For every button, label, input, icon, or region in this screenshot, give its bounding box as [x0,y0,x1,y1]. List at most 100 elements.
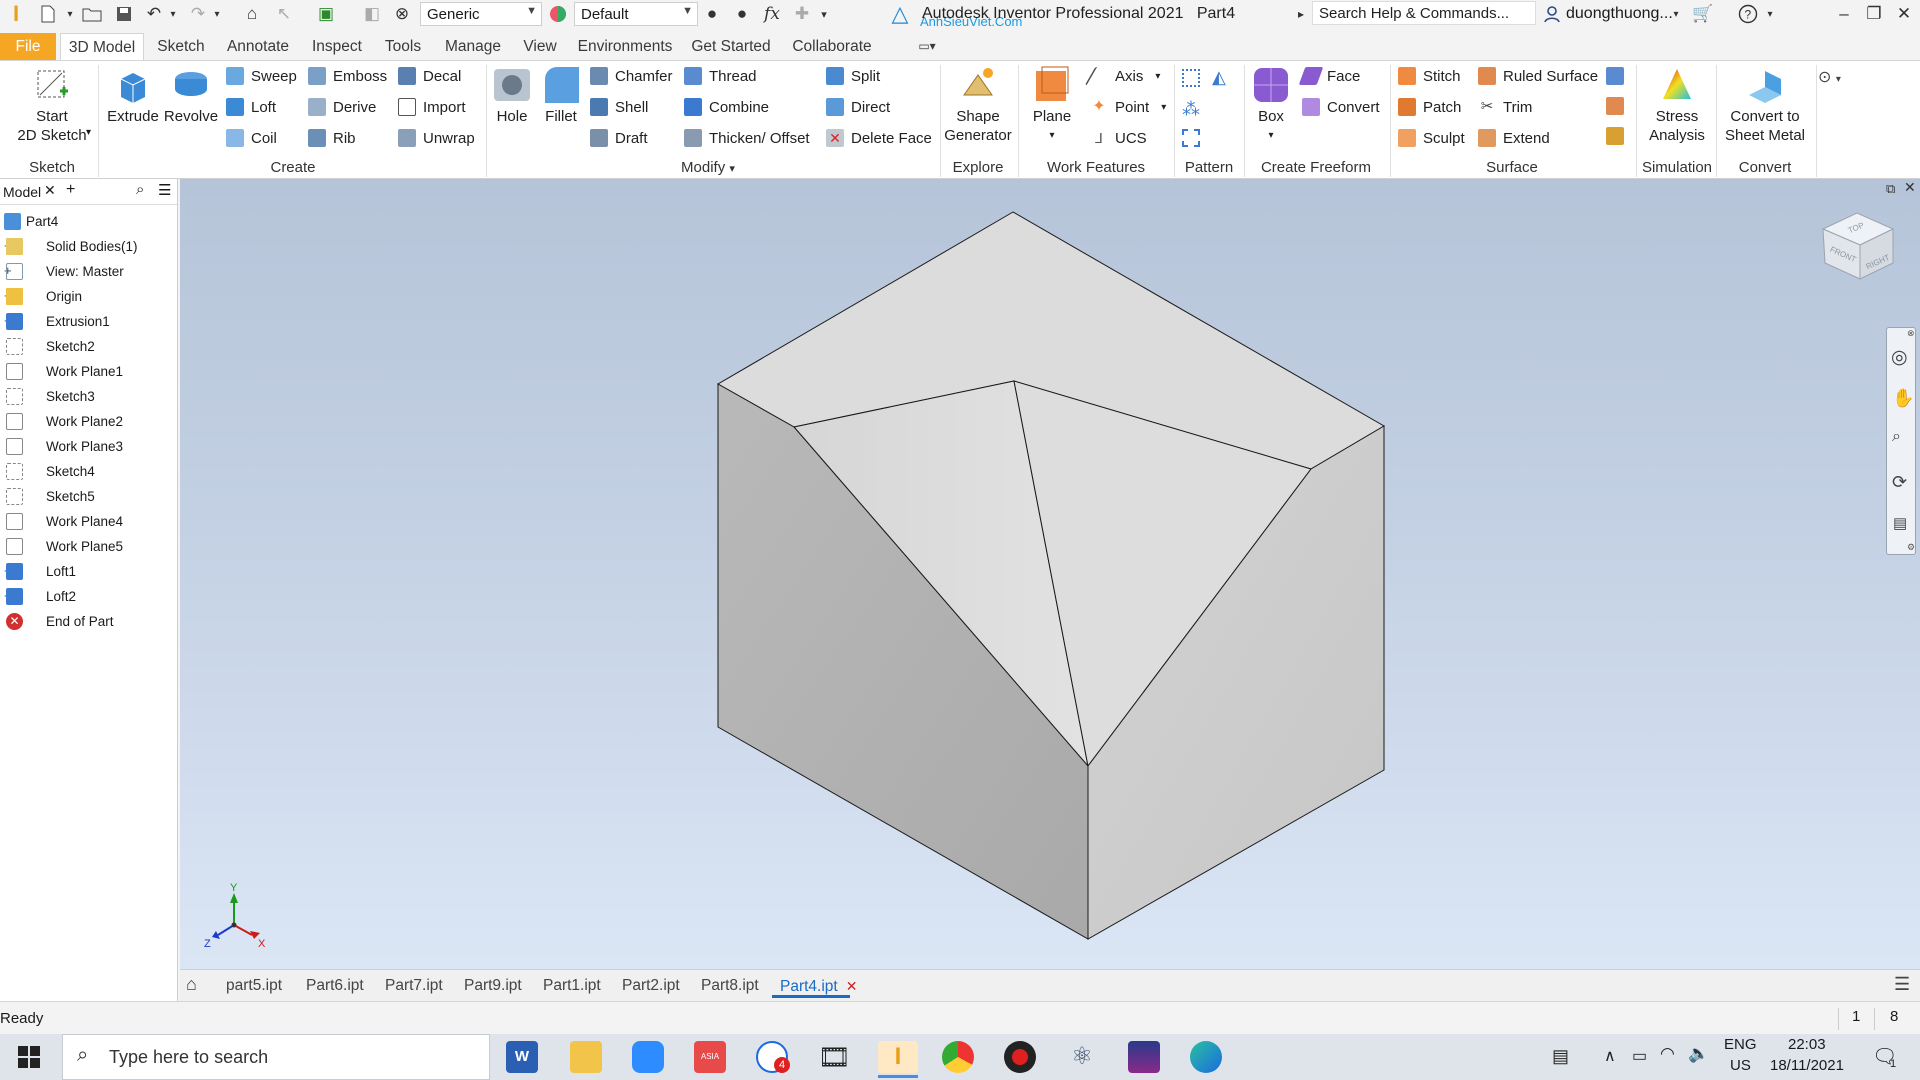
appearance-sphere-icon[interactable] [546,2,570,26]
tree-item-end-of-part[interactable]: ✕ End of Part [0,609,176,633]
doc-tab-part6[interactable]: Part6.ipt [306,974,364,998]
winrar-app-icon[interactable] [1128,1041,1160,1073]
home-tab-icon[interactable]: ⌂ [186,974,197,995]
start-2d-sketch-button[interactable]: Start 2D Sketch [10,65,94,145]
rectangular-pattern-icon[interactable] [1182,69,1200,87]
sketch-dropdown-icon[interactable]: ▾ [86,127,91,138]
material-sphere-icon[interactable]: ⊗ [390,2,414,26]
draft-button[interactable]: Draft [590,127,648,149]
edge-app-icon[interactable] [1190,1041,1222,1073]
undo-dropdown-icon[interactable]: ▾ [168,2,178,26]
game-asia-icon[interactable]: ASIA [694,1041,726,1073]
video-editor-icon[interactable]: 🎞 [818,1041,851,1073]
hole-button[interactable]: Hole [490,65,534,126]
user-name[interactable]: duongthuong... [1566,5,1673,23]
tab-file[interactable]: File [0,33,56,60]
tree-item-extrusion1[interactable]: +Extrusion1 [0,309,176,333]
cart-icon[interactable]: 🛒 [1690,2,1716,26]
file-explorer-icon[interactable] [570,1041,602,1073]
ribbon-display-toggle-icon[interactable]: ▭▾ [908,33,946,60]
part-body[interactable] [716,211,1385,940]
view-cube[interactable]: TOP FRONT RIGHT [1821,212,1895,280]
tree-item-work-plane3[interactable]: Work Plane3 [0,434,176,458]
doc-tab-part9[interactable]: Part9.ipt [464,974,522,998]
doc-tab-part5[interactable]: part5.ipt [226,974,282,998]
close-window-icon[interactable]: ✕ [1892,2,1916,26]
stress-analysis-button[interactable]: Stress Analysis [1640,65,1714,145]
minimize-icon[interactable]: – [1832,2,1856,26]
customize-qat-icon[interactable]: ▾ [816,2,832,26]
unwrap-button[interactable]: Unwrap [398,127,475,149]
coil-button[interactable]: Coil [226,127,277,149]
browser-search-icon[interactable]: ⌕ [136,181,144,198]
new-dropdown-icon[interactable]: ▾ [64,2,76,26]
graphics-window[interactable]: Y X Z TOP FRONT RIGHT ⧉ ✕ ⊗ ◎ ✋ ⌕ ⟳ ▤ ⚙ [180,179,1920,969]
look-at-icon[interactable]: ▤ [1893,514,1907,532]
derive-button[interactable]: Derive [308,96,376,118]
navbar-close-icon[interactable]: ⊗ [1907,328,1915,339]
trim-button[interactable]: ✂ Trim [1478,96,1533,118]
navbar-options-icon[interactable]: ⚙ [1907,542,1915,553]
clock-date[interactable]: 18/11/2021 [1770,1057,1844,1074]
tree-item-work-plane1[interactable]: Work Plane1 [0,359,176,383]
split-button[interactable]: Split [826,65,880,87]
tree-item-loft1[interactable]: +Loft1 [0,559,176,583]
recorder-app-icon[interactable] [1004,1041,1036,1073]
restore-icon[interactable]: ❐ [1862,2,1886,26]
model-canvas[interactable]: Y X Z TOP FRONT RIGHT [180,179,1920,969]
add-browser-tab-icon[interactable]: + [66,181,75,199]
home-icon[interactable]: ⌂ [240,2,264,26]
chrome-app-icon[interactable] [942,1041,974,1073]
extend-button[interactable]: Extend [1478,127,1550,149]
windows-start-icon[interactable] [18,1046,40,1072]
rib-button[interactable]: Rib [308,127,356,149]
select-icon[interactable]: ↖ [272,2,296,26]
shell-button[interactable]: Shell [590,96,648,118]
zoom-icon[interactable]: ⌕ [1892,428,1901,446]
decal-button[interactable]: Decal [398,65,461,87]
tree-item-work-plane2[interactable]: Work Plane2 [0,409,176,433]
group-label-modify[interactable]: Modify ▾ [488,159,928,176]
thicken-offset-button[interactable]: Thicken/ Offset [684,127,810,149]
close-browser-tab-icon[interactable]: ✕ [44,182,56,199]
tree-item-origin[interactable]: +Origin [0,284,176,308]
emboss-button[interactable]: Emboss [308,65,387,87]
shape-generator-button[interactable]: Shape Generator [942,65,1014,145]
help-search-input[interactable]: Search Help & Commands... [1312,1,1536,25]
add-icon[interactable]: ✚ [792,2,812,26]
tab-annotate[interactable]: Annotate [220,33,296,60]
ruled-surface-button[interactable]: Ruled Surface [1478,65,1598,87]
tab-get-started[interactable]: Get Started [686,33,776,60]
orbit-icon[interactable]: ⟳ [1892,472,1907,493]
chamfer-button[interactable]: Chamfer [590,65,673,87]
task-view-icon[interactable]: ▤ [1552,1046,1569,1067]
tab-collaborate[interactable]: Collaborate [786,33,878,60]
adaptive-icon[interactable]: ◧ [360,2,384,26]
direct-button[interactable]: Direct [826,96,890,118]
tab-view[interactable]: View [516,33,564,60]
material-combo[interactable]: Generic ▼ [420,2,542,26]
tree-item-sketch3[interactable]: Sketch3 [0,384,176,408]
tree-item-part4[interactable]: Part4 [0,209,176,233]
word-app-icon[interactable]: W [506,1041,538,1073]
viewport-restore-icon[interactable]: ⧉ [1886,181,1895,197]
circular-pattern-icon[interactable]: ⁂ [1182,99,1200,120]
sweep-button[interactable]: Sweep [226,65,297,87]
zoom-app-icon[interactable] [632,1041,664,1073]
help-dropdown-icon[interactable]: ▾ [1764,2,1776,26]
search-expand-icon[interactable]: ▸ [1294,2,1308,26]
patch-button[interactable]: Patch [1398,96,1461,118]
save-icon[interactable] [112,2,136,26]
tab-3d-model[interactable]: 3D Model [60,33,144,60]
sculpt-button[interactable]: Sculpt [1398,127,1465,149]
new-file-icon[interactable] [36,2,60,26]
axis-button[interactable]: Axis ▾ [1084,65,1160,87]
plane-button[interactable]: Plane ▾ [1026,65,1078,145]
pan-icon[interactable]: ✋ [1892,388,1914,409]
tab-environments[interactable]: Environments [574,33,676,60]
tree-item-solid-bodies[interactable]: +Solid Bodies(1) [0,234,176,258]
tab-tools[interactable]: Tools [376,33,430,60]
tree-item-sketch4[interactable]: Sketch4 [0,459,176,483]
adjust-appearance-icon[interactable]: ● [700,2,724,26]
user-dropdown-icon[interactable]: ▾ [1670,2,1682,26]
